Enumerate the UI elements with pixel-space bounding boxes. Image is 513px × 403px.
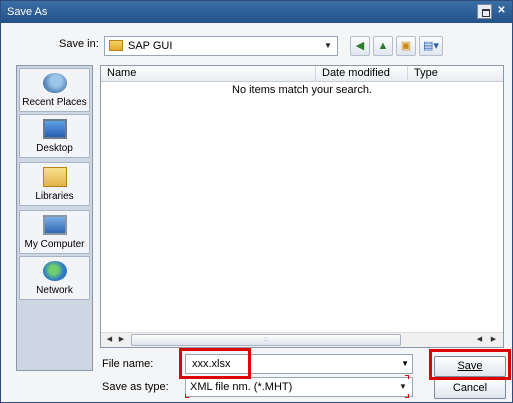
save-in-dropdown[interactable]: SAP GUI ▼ [104, 36, 338, 56]
libraries-icon [42, 167, 67, 187]
save-as-dialog: Save As ✕ Save in: SAP GUI ▼ ◀ ▲ ▣ ▤▾ Re… [0, 0, 513, 403]
recent-places-icon [42, 73, 67, 93]
save-as-type-value: XML file nm. (*.MHT) [190, 381, 293, 393]
save-as-type-dropdown[interactable]: XML file nm. (*.MHT) ▼ [185, 377, 413, 397]
empty-message: No items match your search. [232, 84, 372, 96]
back-button[interactable]: ◀ [350, 36, 370, 56]
computer-icon [42, 215, 67, 235]
save-button[interactable]: Save [434, 356, 506, 377]
corner-mark [185, 394, 189, 398]
cancel-button[interactable]: Cancel [434, 378, 506, 399]
save-as-type-label: Save as type: [102, 381, 169, 393]
place-label: Libraries [35, 191, 74, 202]
place-label: Network [36, 285, 73, 296]
window-title: Save As [7, 6, 48, 18]
save-in-value: SAP GUI [128, 40, 173, 52]
places-bar: Recent Places Desktop Libraries My Compu… [16, 65, 93, 371]
scrollbar-thumb[interactable]: ::: [131, 334, 401, 346]
view-menu-icon: ▤▾ [423, 40, 439, 52]
save-button-label: Save [457, 360, 483, 372]
column-header-row: Name Date modified Type [101, 66, 503, 82]
scroll-left-end-icon[interactable]: ◀ [473, 334, 486, 346]
place-libraries[interactable]: Libraries [19, 162, 90, 206]
chevron-down-icon[interactable]: ▼ [322, 37, 334, 55]
title-bar: Save As ✕ [1, 1, 512, 23]
corner-mark [405, 394, 409, 398]
file-name-label: File name: [102, 358, 154, 370]
back-arrow-icon: ◀ [355, 40, 365, 52]
place-desktop[interactable]: Desktop [19, 114, 90, 158]
chevron-down-icon[interactable]: ▼ [401, 355, 409, 373]
column-date-modified[interactable]: Date modified [316, 66, 408, 82]
desktop-icon [42, 119, 67, 139]
place-network[interactable]: Network [19, 256, 90, 300]
up-arrow-icon: ▲ [377, 40, 389, 52]
folder-icon [109, 39, 123, 51]
scroll-right-end-icon[interactable]: ▶ [487, 334, 500, 346]
scroll-right-icon[interactable]: ▶ [115, 334, 128, 346]
place-label: Recent Places [22, 97, 87, 108]
corner-mark [405, 375, 409, 379]
file-name-input[interactable]: xxx.xlsx ▼ [185, 354, 413, 374]
new-folder-button[interactable]: ▣ [396, 36, 416, 56]
file-list[interactable]: Name Date modified Type No items match y… [100, 65, 504, 348]
file-name-value: xxx.xlsx [192, 358, 231, 370]
place-recent-places[interactable]: Recent Places [19, 68, 90, 112]
up-folder-button[interactable]: ▲ [373, 36, 393, 56]
column-type[interactable]: Type [408, 66, 503, 82]
restore-button[interactable] [477, 4, 492, 19]
place-my-computer[interactable]: My Computer [19, 210, 90, 254]
new-folder-icon: ▣ [400, 40, 412, 52]
view-menu-button[interactable]: ▤▾ [419, 36, 443, 56]
close-button[interactable]: ✕ [494, 4, 509, 19]
place-label: My Computer [24, 239, 85, 250]
column-name[interactable]: Name [101, 66, 316, 82]
place-label: Desktop [36, 143, 73, 154]
cancel-button-label: Cancel [452, 382, 488, 394]
horizontal-scrollbar[interactable]: ◀ ▶ ::: ◀ ▶ [101, 332, 503, 347]
network-icon [42, 261, 67, 281]
save-in-label: Save in: [59, 38, 99, 50]
